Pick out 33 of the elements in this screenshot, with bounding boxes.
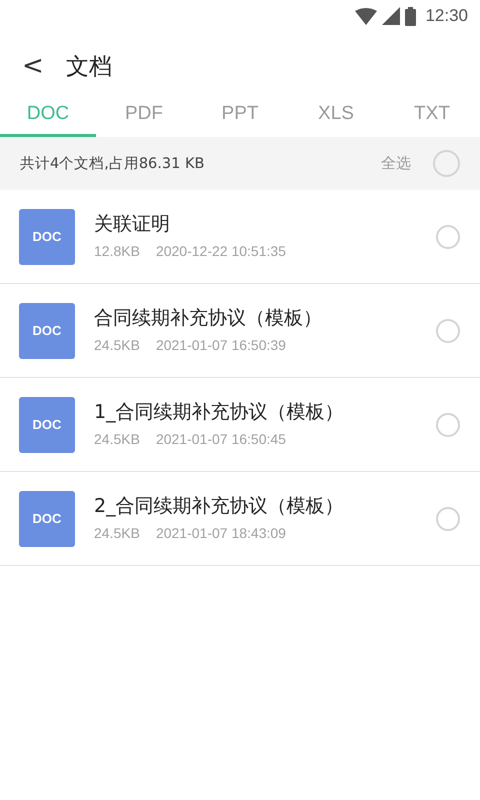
summary-text: 共计4个文档,占用86.31 KB xyxy=(20,155,206,173)
file-type-tab[interactable]: PPT xyxy=(192,100,288,137)
select-all-button[interactable]: 全选 xyxy=(381,154,411,173)
checkbox[interactable] xyxy=(436,224,460,248)
file-name: 关联证明 xyxy=(94,212,171,236)
checkbox[interactable] xyxy=(436,506,460,530)
file-size: 24.5KB xyxy=(94,430,140,446)
doc-file-icon: DOC xyxy=(19,302,75,358)
wifi-icon xyxy=(355,8,378,24)
back-button[interactable]: < xyxy=(18,51,48,81)
file-size: 24.5KB xyxy=(94,336,140,352)
doc-file-icon: DOC xyxy=(19,396,75,452)
checkbox[interactable] xyxy=(433,150,460,177)
battery-icon xyxy=(405,6,416,26)
signal-icon xyxy=(382,7,400,25)
file-name: 2_合同续期补充协议（模板） xyxy=(94,494,345,518)
file-date: 2021-01-07 16:50:39 xyxy=(156,336,286,352)
file-type-tab[interactable]: PDF xyxy=(96,100,192,137)
file-date: 2021-01-07 18:43:09 xyxy=(156,524,286,540)
doc-file-icon: DOC xyxy=(19,208,75,264)
file-size: 12.8KB xyxy=(94,242,140,258)
file-date: 2021-01-07 16:50:45 xyxy=(156,430,286,446)
doc-file-icon: DOC xyxy=(19,490,75,546)
file-type-tab[interactable]: XLS xyxy=(288,100,384,137)
clock-time: 12:30 xyxy=(425,6,468,26)
checkbox[interactable] xyxy=(436,318,460,342)
file-size: 24.5KB xyxy=(94,524,140,540)
file-type-tab[interactable]: TXT xyxy=(384,100,480,137)
page-title: 文档 xyxy=(66,52,112,82)
file-date: 2020-12-22 10:51:35 xyxy=(156,242,286,258)
file-name: 合同续期补充协议（模板） xyxy=(94,306,323,330)
file-name: 1_合同续期补充协议（模板） xyxy=(94,400,345,424)
checkbox[interactable] xyxy=(436,412,460,436)
